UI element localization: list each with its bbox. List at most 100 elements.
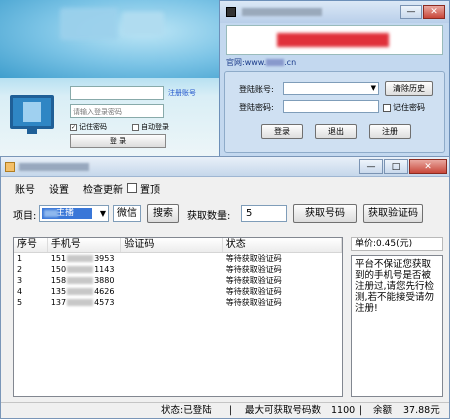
app-icon: [5, 162, 15, 172]
row-phone: 151 3953: [48, 253, 122, 264]
blurred-title: [19, 163, 89, 171]
unit-price: 单价:0.45(元): [351, 237, 443, 251]
row-index: 1: [17, 254, 23, 263]
password-input[interactable]: [283, 100, 379, 113]
bg-auto-login-checkbox[interactable]: 自动登录: [132, 122, 169, 132]
phone-prefix: 151: [50, 254, 67, 263]
checkbox-icon: [383, 103, 391, 112]
phone-prefix: 158: [50, 276, 67, 285]
main-window: — □ ✕ 账号 设置 检查更新 置顶 项目: 主播 ▼ 微信 搜索 获取数量:…: [0, 156, 450, 419]
quantity-label: 获取数量:: [187, 211, 231, 222]
phone-suffix: 3880: [94, 276, 115, 285]
minimize-button[interactable]: —: [400, 5, 422, 19]
project-label: 项目:: [13, 211, 37, 222]
login-dialog-titlebar: — ✕: [220, 1, 449, 23]
row-status: 等待获取验证码: [225, 254, 282, 263]
phone-prefix: 150: [50, 265, 67, 274]
menu-check-update[interactable]: 检查更新: [83, 181, 123, 196]
checkbox-checked-icon: ✓: [70, 123, 77, 131]
blurred-ad-text: [277, 33, 389, 47]
col-index[interactable]: 序号: [14, 238, 48, 252]
col-status[interactable]: 状态: [223, 238, 342, 252]
max-count-value: 1100: [331, 405, 356, 416]
menu-account[interactable]: 账号: [15, 181, 35, 196]
close-button[interactable]: ✕: [409, 159, 447, 174]
bg-auto-login-label: 自动登录: [141, 123, 169, 131]
blurred-digits: [67, 266, 94, 273]
maximize-button[interactable]: □: [384, 159, 408, 174]
bg-password-input[interactable]: 请输入登录密码: [70, 104, 164, 118]
remember-password-checkbox[interactable]: 记住密码: [383, 102, 425, 113]
row-phone: 137 4573: [48, 297, 122, 308]
project-value: 主播: [56, 208, 75, 218]
site-suffix: .cn: [284, 58, 297, 67]
blurred-title: [242, 8, 322, 16]
table-header: 序号 手机号 验证码 状态: [14, 238, 342, 253]
blurred-digits: [67, 288, 94, 295]
background-login-window: 注册账号 请输入登录密码 ✓ 记住密码 自动登录 登 录: [0, 0, 240, 160]
number-table[interactable]: 序号 手机号 验证码 状态 1 151 3953 等待获取验证码 2 150 114…: [13, 237, 343, 397]
bg-register-link[interactable]: 注册账号: [168, 88, 196, 98]
notice-text: 平台不保证您获取到的手机号是否被注册过,请您先行检测,若不能接受请勿注册!: [351, 255, 443, 397]
chevron-down-icon[interactable]: ▼: [371, 84, 376, 92]
row-phone: 158 3880: [48, 275, 122, 286]
keyword-input[interactable]: 微信: [113, 205, 141, 222]
search-button[interactable]: 搜索: [147, 204, 179, 223]
bg-login-button[interactable]: 登 录: [70, 134, 166, 148]
balance-label: 余额: [373, 405, 393, 416]
table-row[interactable]: 4 135 4626 等待获取验证码: [14, 286, 342, 297]
minimize-button[interactable]: —: [359, 159, 383, 174]
row-code: [121, 275, 222, 286]
get-number-button[interactable]: 获取号码: [293, 204, 357, 223]
login-dialog: — ✕ 官网:www. .cn 登陆账号: ▼ 清除历史 登陆密码: 记住密码 登…: [219, 0, 450, 158]
row-status: 等待获取验证码: [225, 298, 282, 307]
monitor-screen: [23, 102, 41, 122]
blurred-domain: [266, 59, 285, 66]
max-count-label: 最大可获取号码数: [245, 405, 322, 416]
monitor-icon: [10, 95, 54, 134]
toolbar: 项目: 主播 ▼ 微信 搜索 获取数量: 5 获取号码 获取验证码: [1, 203, 449, 225]
col-phone[interactable]: 手机号: [48, 238, 122, 252]
row-index: 5: [17, 298, 23, 307]
table-row[interactable]: 3 158 3880 等待获取验证码: [14, 275, 342, 286]
phone-suffix: 4626: [94, 287, 115, 296]
status-state: 状态:已登陆: [161, 405, 212, 416]
account-combobox[interactable]: ▼: [283, 82, 379, 95]
status-sep-1: |: [229, 405, 233, 416]
topmost-checkbox[interactable]: 置顶: [127, 181, 160, 196]
table-row[interactable]: 5 137 4573 等待获取验证码: [14, 297, 342, 308]
get-code-button[interactable]: 获取验证码: [363, 204, 423, 223]
menu-settings[interactable]: 设置: [49, 181, 69, 196]
col-code[interactable]: 验证码: [121, 238, 223, 252]
table-row[interactable]: 1 151 3953 等待获取验证码: [14, 253, 342, 264]
row-code: [121, 297, 222, 308]
row-index: 3: [17, 276, 23, 285]
status-sep-2: |: [359, 405, 363, 416]
exit-button[interactable]: 退出: [315, 124, 357, 139]
row-index: 4: [17, 287, 23, 296]
menu-bar: 账号 设置 检查更新 置顶: [1, 179, 449, 197]
register-button[interactable]: 注册: [369, 124, 411, 139]
blurred-project-prefix: [44, 210, 58, 217]
blurred-digits: [67, 255, 94, 262]
row-status: 等待获取验证码: [225, 265, 282, 274]
blurred-logo: [60, 8, 118, 40]
login-banner: [0, 0, 240, 78]
status-bar: 状态:已登陆 | 最大可获取号码数 1100 | 余额 37.88元: [1, 402, 449, 418]
table-row[interactable]: 2 150 1143 等待获取验证码: [14, 264, 342, 275]
login-button[interactable]: 登录: [261, 124, 303, 139]
bg-account-input[interactable]: [70, 86, 164, 100]
ad-banner: [226, 25, 443, 55]
chevron-down-icon[interactable]: ▼: [100, 209, 106, 218]
monitor-stand: [27, 129, 37, 134]
clear-history-button[interactable]: 清除历史: [385, 81, 433, 96]
row-code: [121, 253, 222, 264]
official-site: 官网:www. .cn: [226, 57, 296, 68]
checkbox-icon: [127, 183, 137, 193]
quantity-input[interactable]: 5: [241, 205, 287, 222]
blurred-digits: [67, 277, 94, 284]
bg-remember-checkbox[interactable]: ✓ 记住密码: [70, 122, 107, 132]
project-select[interactable]: 主播 ▼: [39, 205, 109, 222]
close-button[interactable]: ✕: [423, 5, 445, 19]
login-form: 登陆账号: ▼ 清除历史 登陆密码: 记住密码 登录 退出 注册: [224, 71, 445, 153]
